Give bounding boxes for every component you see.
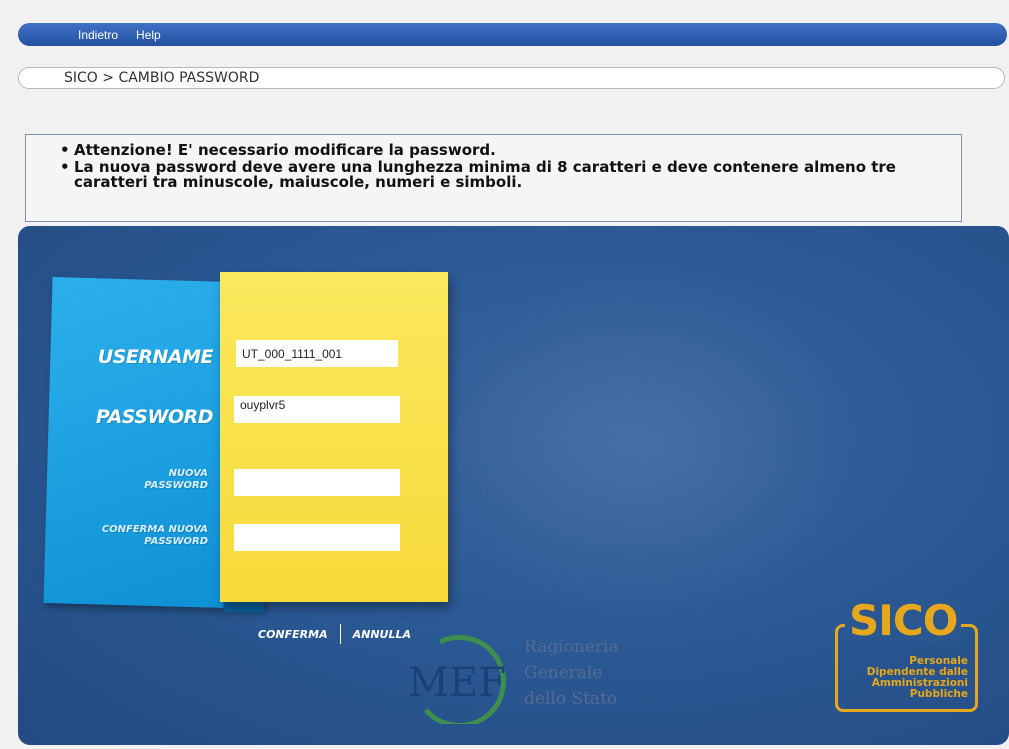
- sico-logo-subtitle: Personale Dipendente dalle Amministrazio…: [867, 656, 968, 700]
- notice-item: La nuova password deve avere una lunghez…: [60, 160, 950, 190]
- mef-line: Ragioneria: [524, 637, 619, 657]
- action-separator: [339, 624, 341, 644]
- confirm-button[interactable]: CONFERMA: [258, 628, 328, 641]
- confirm-password-label-line: CONFERMA NUOVA: [101, 524, 208, 535]
- help-link[interactable]: Help: [136, 28, 161, 42]
- username-field[interactable]: [236, 340, 398, 367]
- confirm-password-label: CONFERMA NUOVA PASSWORD: [68, 524, 208, 548]
- mef-logo: MEF Ragioneria Generale dello Stato: [408, 634, 619, 724]
- mef-line: dello Stato: [524, 689, 617, 709]
- breadcrumb: SICO > CAMBIO PASSWORD: [18, 67, 1005, 89]
- login-panel: USERNAME PASSWORD NUOVA PASSWORD CONFERM…: [18, 226, 1009, 745]
- sico-logo: SICO Personale Dipendente dalle Amminist…: [835, 600, 978, 712]
- notice-item: Attenzione! E' necessario modificare la …: [60, 143, 950, 159]
- username-label: USERNAME: [97, 346, 214, 368]
- password-field[interactable]: [234, 396, 400, 423]
- password-label: PASSWORD: [95, 406, 214, 428]
- new-password-label: NUOVA PASSWORD: [78, 468, 208, 492]
- form-actions: CONFERMA ANNULLA: [258, 624, 411, 644]
- new-password-label-line: NUOVA: [168, 468, 208, 479]
- confirm-password-field[interactable]: [234, 524, 400, 551]
- sico-subtitle-line: Pubbliche: [909, 688, 968, 700]
- sico-logo-title: SICO: [845, 600, 962, 642]
- top-nav-bar: Indietro Help: [18, 23, 1007, 46]
- panel-background-glow: [438, 266, 858, 626]
- new-password-field[interactable]: [234, 469, 400, 496]
- yellow-sticky-note: [220, 272, 448, 602]
- new-password-label-line: PASSWORD: [144, 480, 208, 491]
- mef-logo-text: MEF: [408, 660, 506, 706]
- back-link[interactable]: Indietro: [78, 28, 118, 42]
- notice-box: Attenzione! E' necessario modificare la …: [25, 134, 962, 222]
- mef-line: Generale: [524, 663, 602, 683]
- confirm-password-label-line: PASSWORD: [144, 536, 208, 547]
